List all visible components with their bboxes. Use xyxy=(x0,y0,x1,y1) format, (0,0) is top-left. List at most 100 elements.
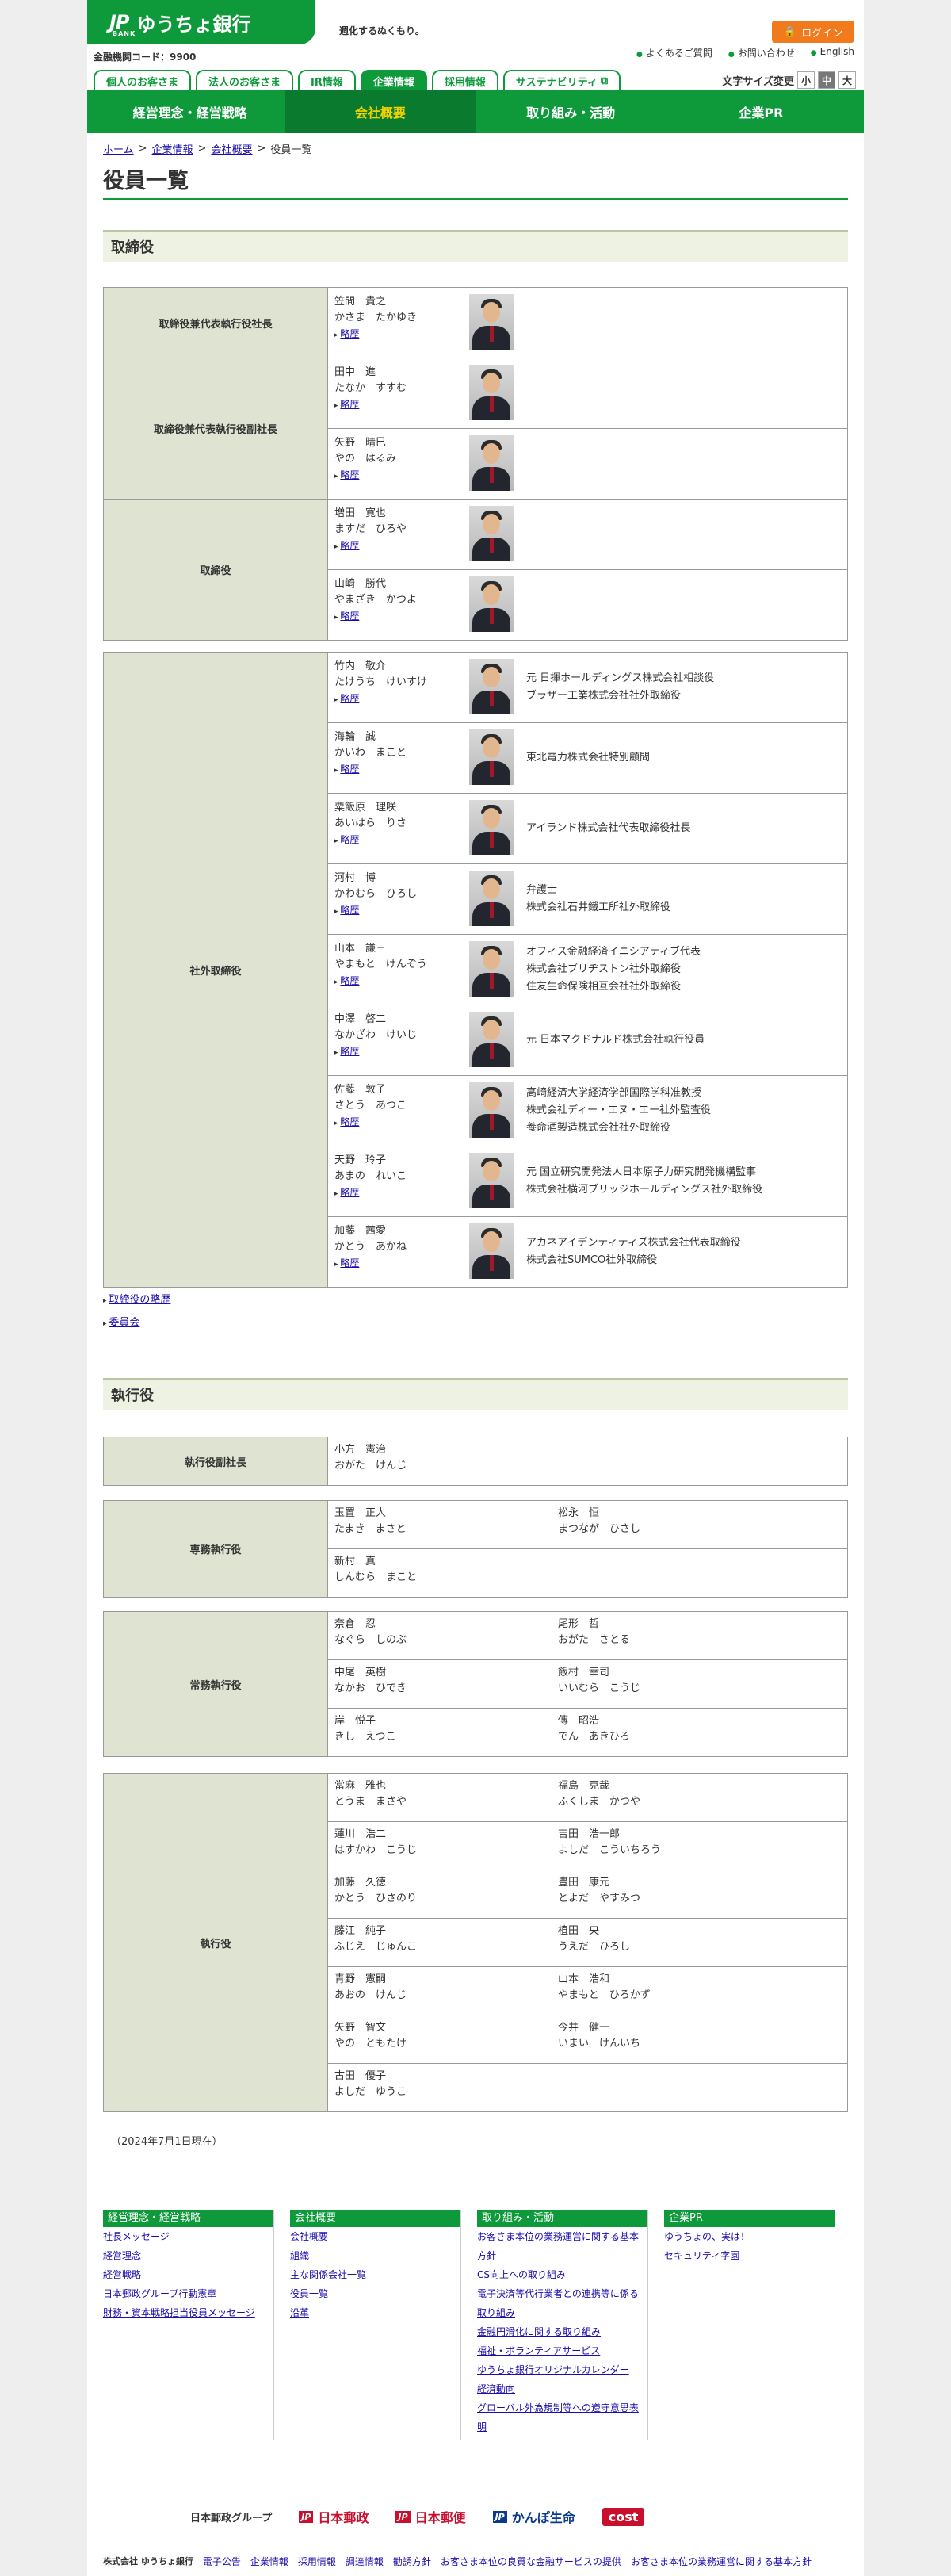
tab-recruit[interactable]: 採用情報 xyxy=(431,70,498,90)
role-label: 取締役兼代表執行役社長 xyxy=(103,287,328,358)
footer-link[interactable]: CS向上への取り組み xyxy=(477,2265,647,2284)
nav-corporate-pr[interactable]: 企業PR xyxy=(666,90,856,133)
history-link[interactable]: 略歴 xyxy=(334,538,841,555)
page-title: 役員一覧 xyxy=(103,163,848,200)
footer-link[interactable]: セキュリティ字園 xyxy=(664,2246,835,2265)
portrait-photo xyxy=(469,800,514,855)
person-reading: ふじえ じゅんこ xyxy=(334,1941,418,1953)
executive-row: 奈倉 忍なぐら しのぶ 尾形 哲おがた さとる xyxy=(328,1612,847,1659)
footer-bottom-link[interactable]: お客さま本位の業務運営に関する基本方針 xyxy=(631,2555,812,2568)
japan-post-link[interactable]: JP 日本郵便 xyxy=(395,2507,466,2526)
footer-link[interactable]: 経済動向 xyxy=(477,2379,647,2398)
person-name: 粟飯原 理咲 xyxy=(334,802,397,813)
tab-corporate-customers[interactable]: 法人のお客さま xyxy=(196,70,294,90)
tab-personal[interactable]: 個人のお客さま xyxy=(94,70,192,90)
footer-link[interactable]: 会社概要 xyxy=(290,2227,460,2246)
career: 弁護士 株式会社石井鐵工所社外取締役 xyxy=(526,882,670,917)
footer-bottom-link[interactable]: 調達情報 xyxy=(346,2555,384,2568)
tab-sustainability[interactable]: サステナビリティ ⧉ xyxy=(502,70,621,90)
financial-institution-code: 金融機関コード：9900 xyxy=(94,52,197,63)
footer-link[interactable]: 社長メッセージ xyxy=(103,2227,273,2246)
footer-link[interactable]: 役員一覧 xyxy=(290,2284,460,2303)
history-link[interactable]: 略歴 xyxy=(334,608,841,626)
english-link[interactable]: ● English xyxy=(811,46,854,59)
career-line: 株式会社ブリヂストン社外取締役 xyxy=(526,963,682,975)
director-cell: 河村 博かわむら ひろし略歴弁護士株式会社石井鐵工所社外取締役 xyxy=(328,864,847,934)
person-name: 青野 憲嗣 xyxy=(334,1973,387,1985)
person-reading: おがた けんじ xyxy=(334,1460,407,1472)
group-label: 日本郵政グループ xyxy=(190,2512,273,2524)
career-line: 株式会社ディー・エヌ・エー社外監査役 xyxy=(526,1104,712,1116)
bullet-icon: ● xyxy=(810,49,817,57)
footer-link[interactable]: 福祉・ボランティアサービス xyxy=(477,2341,647,2360)
footer-link[interactable]: グローバル外為規制等への遵守意思表明 xyxy=(477,2398,647,2436)
login-button[interactable]: 🔒 ログイン xyxy=(772,21,854,43)
breadcrumb-home[interactable]: ホーム xyxy=(103,141,134,156)
footer-bottom-link[interactable]: お客さま本位の良質な金融サービスの提供 xyxy=(441,2555,621,2568)
footer-link[interactable]: 金融円滑化に関する取り組み xyxy=(477,2322,647,2341)
history-link[interactable]: 略歴 xyxy=(334,467,841,484)
bullet-icon: ● xyxy=(636,51,643,59)
footer-link[interactable]: 組織 xyxy=(290,2246,460,2265)
person-name: 小方 憲治 xyxy=(334,1444,387,1456)
committees-link[interactable]: 委員会 xyxy=(109,1317,139,1329)
history-link[interactable]: 略歴 xyxy=(334,396,841,414)
director-cell: 竹内 敬介たけうち けいすけ略歴元 日揮ホールディングス株式会社相談役ブラザー工… xyxy=(328,653,847,722)
career: 元 日本マクドナルド株式会社執行役員 xyxy=(526,1032,705,1049)
as-of-date: （2024年7月1日現在） xyxy=(111,2136,223,2148)
font-size-large-button[interactable]: 大 xyxy=(838,71,856,89)
footer-bottom-link[interactable]: 採用情報 xyxy=(298,2555,336,2568)
director-cell: 笠間 貴之かさま たかゆき略歴 xyxy=(328,288,847,358)
person-name: 豊田 康元 xyxy=(558,1877,610,1889)
font-size-medium-button[interactable]: 中 xyxy=(818,71,835,89)
nav-activities[interactable]: 取り組み・活動 xyxy=(476,90,666,133)
contact-link[interactable]: ● お問い合わせ xyxy=(728,46,795,59)
board-history-link[interactable]: 取締役の略歴 xyxy=(109,1294,170,1306)
footer-link[interactable]: 経営戦略 xyxy=(103,2265,273,2284)
history-link[interactable]: 略歴 xyxy=(334,326,841,343)
footer-bottom-link[interactable]: 勧誘方針 xyxy=(393,2555,431,2568)
tab-ir[interactable]: IR情報 xyxy=(298,70,356,90)
tab-company-info[interactable]: 企業情報 xyxy=(360,70,427,90)
japan-post-insurance-link[interactable]: JP かんぽ生命 xyxy=(492,2507,575,2526)
footer-link[interactable]: お客さま本位の業務運営に関する基本方針 xyxy=(477,2227,647,2265)
executives-table: 執行役副社長 小方 憲治 おがた けんじ xyxy=(103,1437,848,1486)
footer-link[interactable]: 電子決済等代行業者との連携等に係る取り組み xyxy=(477,2284,647,2322)
nav-philosophy[interactable]: 経営理念・経営戦略 xyxy=(95,90,286,133)
footer-link[interactable]: 日本郵政グループ行動憲章 xyxy=(103,2284,273,2303)
breadcrumb-company-overview[interactable]: 会社概要 xyxy=(211,141,252,156)
footer-link[interactable]: ゆうちょ銀行オリジナルカレンダー xyxy=(477,2360,647,2379)
footer-link[interactable]: 財務・資本戦略担当役員メッセージ xyxy=(103,2303,273,2322)
nav-company-overview[interactable]: 会社概要 xyxy=(285,90,476,133)
career-line: 東北電力株式会社特別顧問 xyxy=(526,752,651,764)
bank-name: ゆうちょ銀行 xyxy=(136,13,251,36)
breadcrumb-company-info[interactable]: 企業情報 xyxy=(152,141,193,156)
bank-logo[interactable]: JP BANK ゆうちょ銀行 xyxy=(87,0,315,44)
font-size-small-button[interactable]: 小 xyxy=(797,71,815,89)
footer-link[interactable]: 主な関係会社一覧 xyxy=(290,2265,460,2284)
person-name: 尾形 哲 xyxy=(558,1618,600,1630)
footer-column: 経営理念・経営戦略 社長メッセージ 経営理念 経営戦略 日本郵政グループ行動憲章 財務・資… xyxy=(103,2210,274,2440)
footer-bottom-link[interactable]: 企業情報 xyxy=(250,2555,288,2568)
career-line: 株式会社石井鐵工所社外取締役 xyxy=(526,901,671,913)
footer-link[interactable]: ゆうちょの、実は！ xyxy=(664,2227,835,2246)
executive-entry: 中尾 英樹 なかお ひでき xyxy=(334,1665,407,1697)
utility-links: ● よくあるご質問 ● お問い合わせ ● English xyxy=(636,46,854,59)
executive-entry: 今井 健一 いまい けんいち xyxy=(558,2020,640,2052)
board-links: 取締役の略歴 委員会 xyxy=(103,1289,170,1335)
person-name: 植田 央 xyxy=(558,1925,600,1937)
footer-link[interactable]: 沿革 xyxy=(290,2303,460,2322)
person-reading: やの はるみ xyxy=(334,453,397,465)
footer-bottom-link[interactable]: 電子公告 xyxy=(203,2555,241,2568)
footer-link[interactable]: 経営理念 xyxy=(103,2246,273,2265)
lock-icon: 🔒 xyxy=(783,25,797,38)
faq-link[interactable]: ● よくあるご質問 xyxy=(636,46,712,59)
global-tabs: 個人のお客さま 法人のお客さま IR情報 企業情報 採用情報 サステナビリティ ⧉ xyxy=(94,70,621,90)
director-cell: 海輪 誠かいわ まこと略歴東北電力株式会社特別顧問 xyxy=(328,723,847,793)
person-reading: いいむら こうじ xyxy=(558,1682,641,1694)
career: アイランド株式会社代表取締役社長 xyxy=(526,820,690,837)
table-row: 執行役 當麻 雅也 とうま まさや 福島 克哉 ふくしま かつや xyxy=(103,1773,848,2112)
jp-cost-link[interactable]: cost xyxy=(602,2507,645,2526)
japan-post-holdings-link[interactable]: JP 日本郵政 xyxy=(299,2507,369,2526)
executive-row: 矢野 智文 やの ともたけ 今井 健一 いまい けんいち xyxy=(328,2015,847,2063)
